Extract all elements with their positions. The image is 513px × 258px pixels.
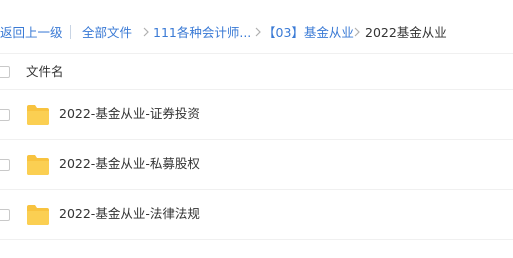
folder-icon	[27, 155, 49, 175]
chevron-right-icon	[354, 27, 360, 37]
breadcrumb: 返回上一级 全部文件 111各种会计师... 【03】基金从业 2022基金从业	[0, 0, 513, 54]
breadcrumb-folder-03[interactable]: 【03】基金从业	[263, 24, 354, 42]
breadcrumb-current: 2022基金从业	[365, 25, 447, 40]
select-all-checkbox[interactable]	[0, 66, 10, 78]
breadcrumb-folder-111[interactable]: 111各种会计师...	[153, 24, 251, 42]
file-name[interactable]: 2022-基金从业-证券投资	[59, 105, 200, 123]
all-files-link[interactable]: 全部文件	[82, 24, 132, 42]
chevron-right-icon	[255, 27, 261, 37]
row-checkbox[interactable]	[0, 109, 10, 121]
chevron-right-icon	[143, 27, 149, 37]
list-header: 文件名	[0, 54, 513, 90]
folder-icon	[27, 105, 49, 125]
folder-icon	[27, 205, 49, 225]
back-link[interactable]: 返回上一级	[0, 24, 63, 42]
file-name[interactable]: 2022-基金从业-法律法规	[59, 205, 200, 223]
file-name[interactable]: 2022-基金从业-私募股权	[59, 155, 200, 173]
row-checkbox[interactable]	[0, 159, 10, 171]
file-row[interactable]: 2022-基金从业-证券投资	[0, 90, 513, 140]
file-row[interactable]: 2022-基金从业-私募股权	[0, 140, 513, 190]
row-checkbox[interactable]	[0, 209, 10, 221]
breadcrumb-divider	[70, 25, 71, 39]
column-header-filename[interactable]: 文件名	[26, 63, 64, 81]
file-row[interactable]: 2022-基金从业-法律法规	[0, 190, 513, 240]
